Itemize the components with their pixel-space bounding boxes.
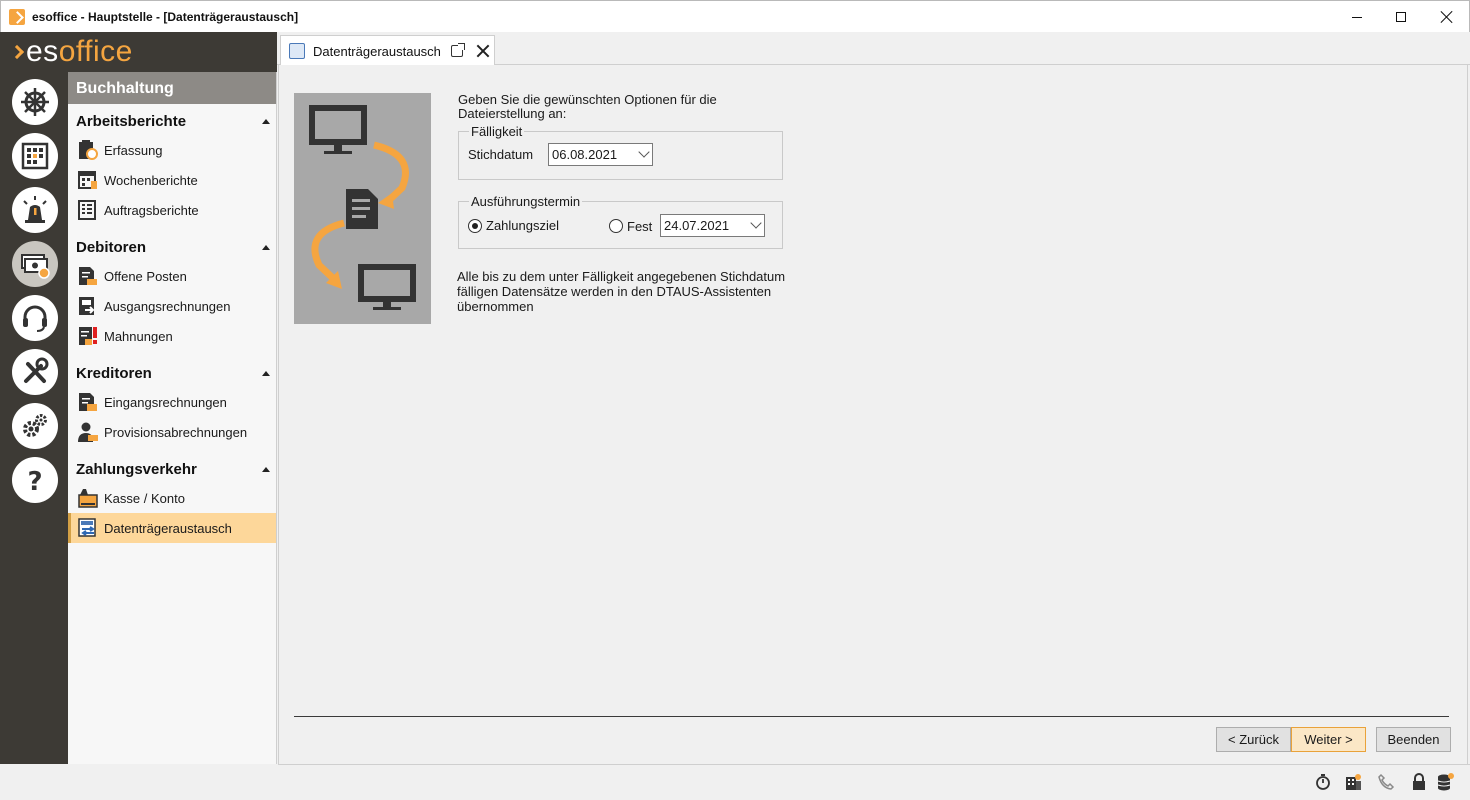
module-button-dashboard[interactable] <box>12 79 58 125</box>
tab-datentraegeraustausch[interactable]: Datenträgeraustausch <box>280 35 495 66</box>
chevron-down-icon <box>750 217 762 229</box>
nav-item-erfassung[interactable]: Erfassung <box>68 135 276 165</box>
helm-icon <box>21 88 49 116</box>
money-icon <box>21 254 50 279</box>
close-tab-icon[interactable] <box>476 44 490 58</box>
module-button-help[interactable]: ? <box>12 457 58 503</box>
nav-section-debitoren[interactable]: Debitoren <box>68 233 276 259</box>
stopwatch-icon[interactable] <box>1314 773 1332 791</box>
fest-date-value: 24.07.2021 <box>664 218 730 233</box>
intro-text: Geben Sie die gewünschten Optionen für d… <box>458 92 717 121</box>
tools-icon <box>24 357 49 383</box>
module-button-alerts[interactable] <box>12 187 58 233</box>
dunning-alert-icon <box>79 327 97 345</box>
nav-item-eingangsrechnungen[interactable]: Eingangsrechnungen <box>68 387 276 417</box>
next-button[interactable]: Weiter > <box>1291 727 1366 752</box>
collapse-caret-icon <box>262 467 270 472</box>
zahlungsziel-label[interactable]: Zahlungsziel <box>486 218 559 233</box>
data-exchange-icon <box>78 518 96 537</box>
module-button-support[interactable] <box>12 295 58 341</box>
help-icon: ? <box>27 467 42 496</box>
clipboard-clock-icon <box>79 140 98 160</box>
fest-date-picker[interactable]: 24.07.2021 <box>660 214 765 237</box>
nav-header: Buchhaltung <box>68 72 276 104</box>
minimize-icon <box>1352 16 1362 18</box>
gears-icon <box>23 414 47 437</box>
nav-item-provisionsabrechnungen[interactable]: Provisionsabrechnungen <box>68 417 276 447</box>
app-logo: esoffice <box>26 35 133 68</box>
calendar-grid-icon <box>21 142 49 170</box>
report-grid-icon <box>78 200 96 220</box>
svg-text:?: ? <box>27 467 42 496</box>
chevron-down-icon <box>638 146 650 158</box>
fest-label[interactable]: Fest <box>627 219 652 234</box>
content-area <box>278 65 1468 764</box>
stichdatum-date-picker[interactable]: 06.08.2021 <box>548 143 653 166</box>
info-note: Alle bis zu dem unter Fälligkeit angegeb… <box>457 269 786 314</box>
nav-item-mahnungen[interactable]: Mahnungen <box>68 321 276 351</box>
building-icon[interactable] <box>1344 773 1362 791</box>
window-title: esoffice - Hauptstelle - [Datenträgeraus… <box>32 9 299 24</box>
window-titlebar: esoffice - Hauptstelle - [Datenträgeraus… <box>0 0 1470 32</box>
nav-item-offene-posten[interactable]: Offene Posten <box>68 261 276 291</box>
radio-fest[interactable] <box>609 219 623 233</box>
module-button-accounting[interactable] <box>12 241 58 287</box>
logo-bar: esoffice <box>0 32 277 72</box>
collapse-caret-icon <box>262 371 270 376</box>
logo-chevron-icon <box>9 44 25 60</box>
nav-item-kasse-konto[interactable]: Kasse / Konto <box>68 483 276 513</box>
app-icon <box>9 8 25 25</box>
navigation-panel: Buchhaltung Arbeitsberichte Erfassung Wo… <box>68 72 277 764</box>
close-icon <box>1441 11 1453 23</box>
nav-section-arbeitsberichte[interactable]: Arbeitsberichte <box>68 107 276 133</box>
data-exchange-icon <box>289 43 305 59</box>
invoice-in-icon <box>79 393 97 411</box>
stichdatum-label: Stichdatum <box>468 147 534 162</box>
invoice-out-icon <box>79 297 95 315</box>
nav-item-auftragsberichte[interactable]: Auftragsberichte <box>68 195 276 225</box>
button-separator <box>294 716 1449 717</box>
group-legend-ausfuehrungstermin: Ausführungstermin <box>469 194 583 209</box>
database-icon[interactable] <box>1436 773 1454 791</box>
module-button-tools[interactable] <box>12 349 58 395</box>
phone-icon[interactable] <box>1377 773 1395 791</box>
nav-section-zahlungsverkehr[interactable]: Zahlungsverkehr <box>68 455 276 481</box>
nav-item-datentraegeraustausch[interactable]: Datenträgeraustausch <box>68 513 276 543</box>
module-button-settings[interactable] <box>12 403 58 449</box>
tab-strip: Datenträgeraustausch <box>277 32 1470 66</box>
headset-icon <box>23 305 47 332</box>
maximize-button[interactable] <box>1378 1 1424 33</box>
nav-section-kreditoren[interactable]: Kreditoren <box>68 359 276 385</box>
popout-icon[interactable] <box>451 43 465 57</box>
maximize-icon <box>1396 12 1406 22</box>
group-legend-faelligkeit: Fälligkeit <box>469 124 525 139</box>
radio-zahlungsziel[interactable] <box>468 219 482 233</box>
status-bar <box>278 764 1470 800</box>
lock-icon[interactable] <box>1410 773 1428 791</box>
back-button[interactable]: < Zurück <box>1216 727 1291 752</box>
stichdatum-value: 06.08.2021 <box>552 147 618 162</box>
finish-button[interactable]: Beenden <box>1376 727 1451 752</box>
nav-item-ausgangsrechnungen[interactable]: Ausgangsrechnungen <box>68 291 276 321</box>
minimize-button[interactable] <box>1334 1 1380 33</box>
person-money-icon <box>78 422 98 442</box>
cash-register-icon <box>78 489 98 508</box>
nav-item-wochenberichte[interactable]: Wochenberichte <box>68 165 276 195</box>
alarm-light-icon <box>23 196 47 223</box>
module-button-planning[interactable] <box>12 133 58 179</box>
document-money-icon <box>79 267 97 285</box>
close-window-button[interactable] <box>1424 1 1470 33</box>
collapse-caret-icon <box>262 119 270 124</box>
data-transfer-illustration <box>294 93 431 324</box>
calendar-icon <box>78 171 97 189</box>
collapse-caret-icon <box>262 245 270 250</box>
